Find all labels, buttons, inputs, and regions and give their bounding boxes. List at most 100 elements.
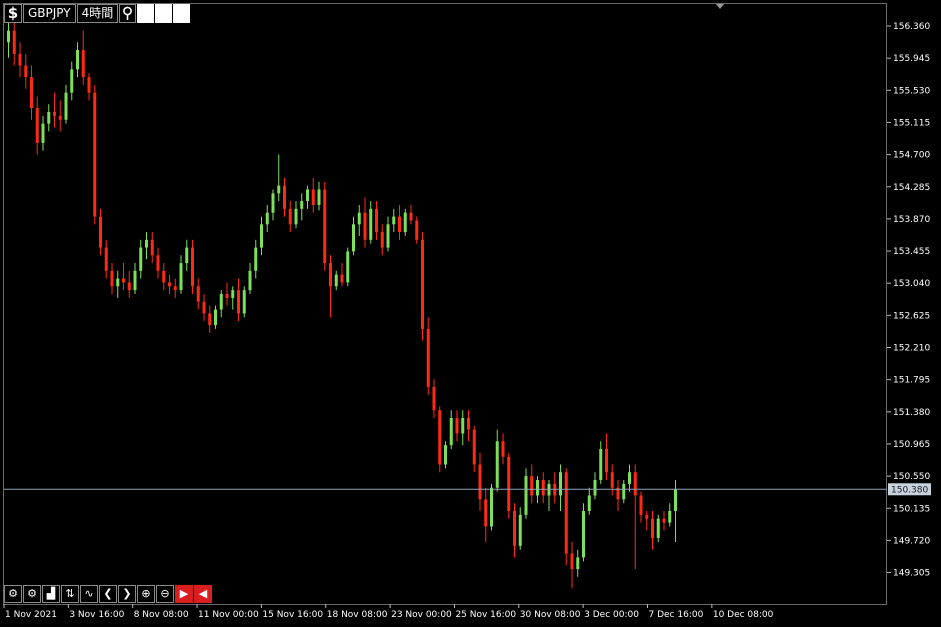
- bull-candle: [242, 290, 246, 314]
- price-tick-label: 153.870: [893, 215, 930, 225]
- bull-candle: [133, 270, 137, 291]
- indicator-slot-1[interactable]: [137, 4, 155, 23]
- bear-candle: [173, 286, 177, 291]
- bear-candle: [651, 518, 654, 539]
- bear-candle: [87, 77, 91, 93]
- bear-candle: [605, 448, 608, 473]
- bull-candle: [357, 212, 361, 225]
- bear-candle: [81, 50, 85, 78]
- bear-candle: [12, 30, 16, 54]
- bull-candle: [300, 201, 304, 209]
- time-tick-label: 11 Nov 00:00: [198, 610, 259, 620]
- bull-candle: [185, 247, 189, 264]
- pin-icon[interactable]: [119, 4, 137, 23]
- price-tick-label: 155.945: [893, 54, 930, 64]
- bear-candle: [398, 216, 401, 233]
- bull-candle: [317, 189, 321, 205]
- timeframe-selector[interactable]: 4時間: [76, 4, 119, 23]
- bull-candle: [518, 514, 522, 546]
- price-tick-label: 151.380: [893, 408, 930, 418]
- bear-candle: [202, 301, 206, 314]
- bear-candle: [432, 387, 436, 411]
- price-tick-label: 150.135: [893, 504, 930, 514]
- bear-candle: [24, 65, 28, 78]
- bull-candle: [461, 417, 465, 434]
- bull-candle: [576, 557, 580, 570]
- bear-candle: [484, 499, 488, 527]
- bull-candle: [674, 489, 677, 511]
- bull-candle: [76, 50, 79, 70]
- bull-candle: [47, 111, 51, 124]
- symbol-selector[interactable]: GBPJPY: [23, 4, 76, 23]
- zoom-in-icon[interactable]: ⊕: [137, 585, 155, 603]
- price-tick-label: 156.360: [893, 22, 930, 32]
- bull-candle: [668, 510, 672, 523]
- bear-candle: [645, 514, 649, 519]
- price-tick-label: 153.040: [893, 279, 930, 289]
- time-tick-label: 3 Dec 00:00: [584, 610, 639, 620]
- bear-candle: [150, 239, 154, 256]
- bull-candle: [449, 417, 453, 446]
- indicator-slot-2[interactable]: [155, 4, 173, 23]
- symbol-icon[interactable]: $: [4, 4, 22, 23]
- price-tick-label: 151.795: [893, 376, 930, 386]
- price-tick-label: 150.550: [893, 472, 930, 482]
- price-tick-label: 153.455: [893, 247, 930, 257]
- time-tick-label: 30 Nov 08:00: [520, 610, 581, 620]
- bear-candle: [363, 212, 367, 240]
- bear-candle: [501, 441, 505, 457]
- bear-candle: [421, 239, 424, 329]
- bear-candle: [570, 553, 574, 570]
- bull-candle: [559, 472, 562, 496]
- price-tick-label: 149.720: [893, 536, 930, 546]
- bear-candle: [541, 479, 545, 496]
- bull-candle: [271, 193, 275, 213]
- bull-candle: [41, 123, 45, 143]
- price-tick-label: 152.210: [893, 344, 930, 354]
- time-tick-label: 18 Nov 08:00: [327, 610, 388, 620]
- line-chart-icon[interactable]: ∿: [80, 585, 98, 603]
- zoom-out-icon[interactable]: ⊖: [156, 585, 174, 603]
- shift-left-icon[interactable]: ◀: [194, 585, 212, 603]
- bear-candle: [93, 92, 97, 217]
- bull-candle: [306, 189, 309, 202]
- bear-candle: [375, 208, 378, 233]
- bear-candle: [127, 282, 131, 291]
- bear-candle: [208, 313, 212, 326]
- settings-icon[interactable]: ⚙: [4, 585, 22, 603]
- bear-candle: [122, 278, 125, 283]
- bull-candle: [145, 239, 148, 248]
- bull-candle: [254, 247, 258, 271]
- bear-candle: [639, 495, 643, 515]
- bear-candle: [633, 472, 637, 496]
- bear-candle: [104, 247, 108, 271]
- bar-chart-icon[interactable]: ▟: [42, 585, 60, 603]
- bull-candle: [369, 208, 373, 240]
- bull-candle: [214, 309, 217, 326]
- bull-candle: [116, 278, 120, 287]
- bull-candle: [260, 224, 263, 248]
- arrow-right-icon[interactable]: ❯: [118, 585, 136, 603]
- shift-right-icon[interactable]: ▶: [175, 585, 193, 603]
- price-tick-label: 150.965: [893, 440, 930, 450]
- price-tick-label: 155.115: [893, 118, 930, 128]
- bull-candle: [346, 251, 350, 283]
- bull-candle: [628, 472, 631, 484]
- bull-candle: [248, 270, 252, 291]
- chart-bottom-toolbar: ⚙ ⚙ ▟ ⇅ ∿ ❮ ❯ ⊕ ⊖ ▶ ◀: [4, 585, 212, 603]
- bear-candle: [53, 111, 56, 116]
- candlestick-icon[interactable]: ⇅: [61, 585, 79, 603]
- bull-candle: [352, 224, 355, 252]
- arrow-left-icon[interactable]: ❮: [99, 585, 117, 603]
- bear-candle: [530, 476, 534, 496]
- bear-candle: [237, 290, 240, 314]
- gear-icon[interactable]: ⚙: [23, 585, 41, 603]
- time-tick-label: 8 Nov 08:00: [134, 610, 189, 620]
- bear-candle: [415, 220, 419, 240]
- bear-candle: [18, 53, 22, 66]
- bull-candle: [599, 448, 603, 480]
- bull-candle: [490, 487, 493, 527]
- price-chart[interactable]: 156.360 155.945 155.530 155.115 154.700 154.2…: [0, 0, 941, 627]
- indicator-slot-3[interactable]: [173, 4, 191, 23]
- chart-top-toolbar: $ GBPJPY 4時間: [4, 4, 191, 23]
